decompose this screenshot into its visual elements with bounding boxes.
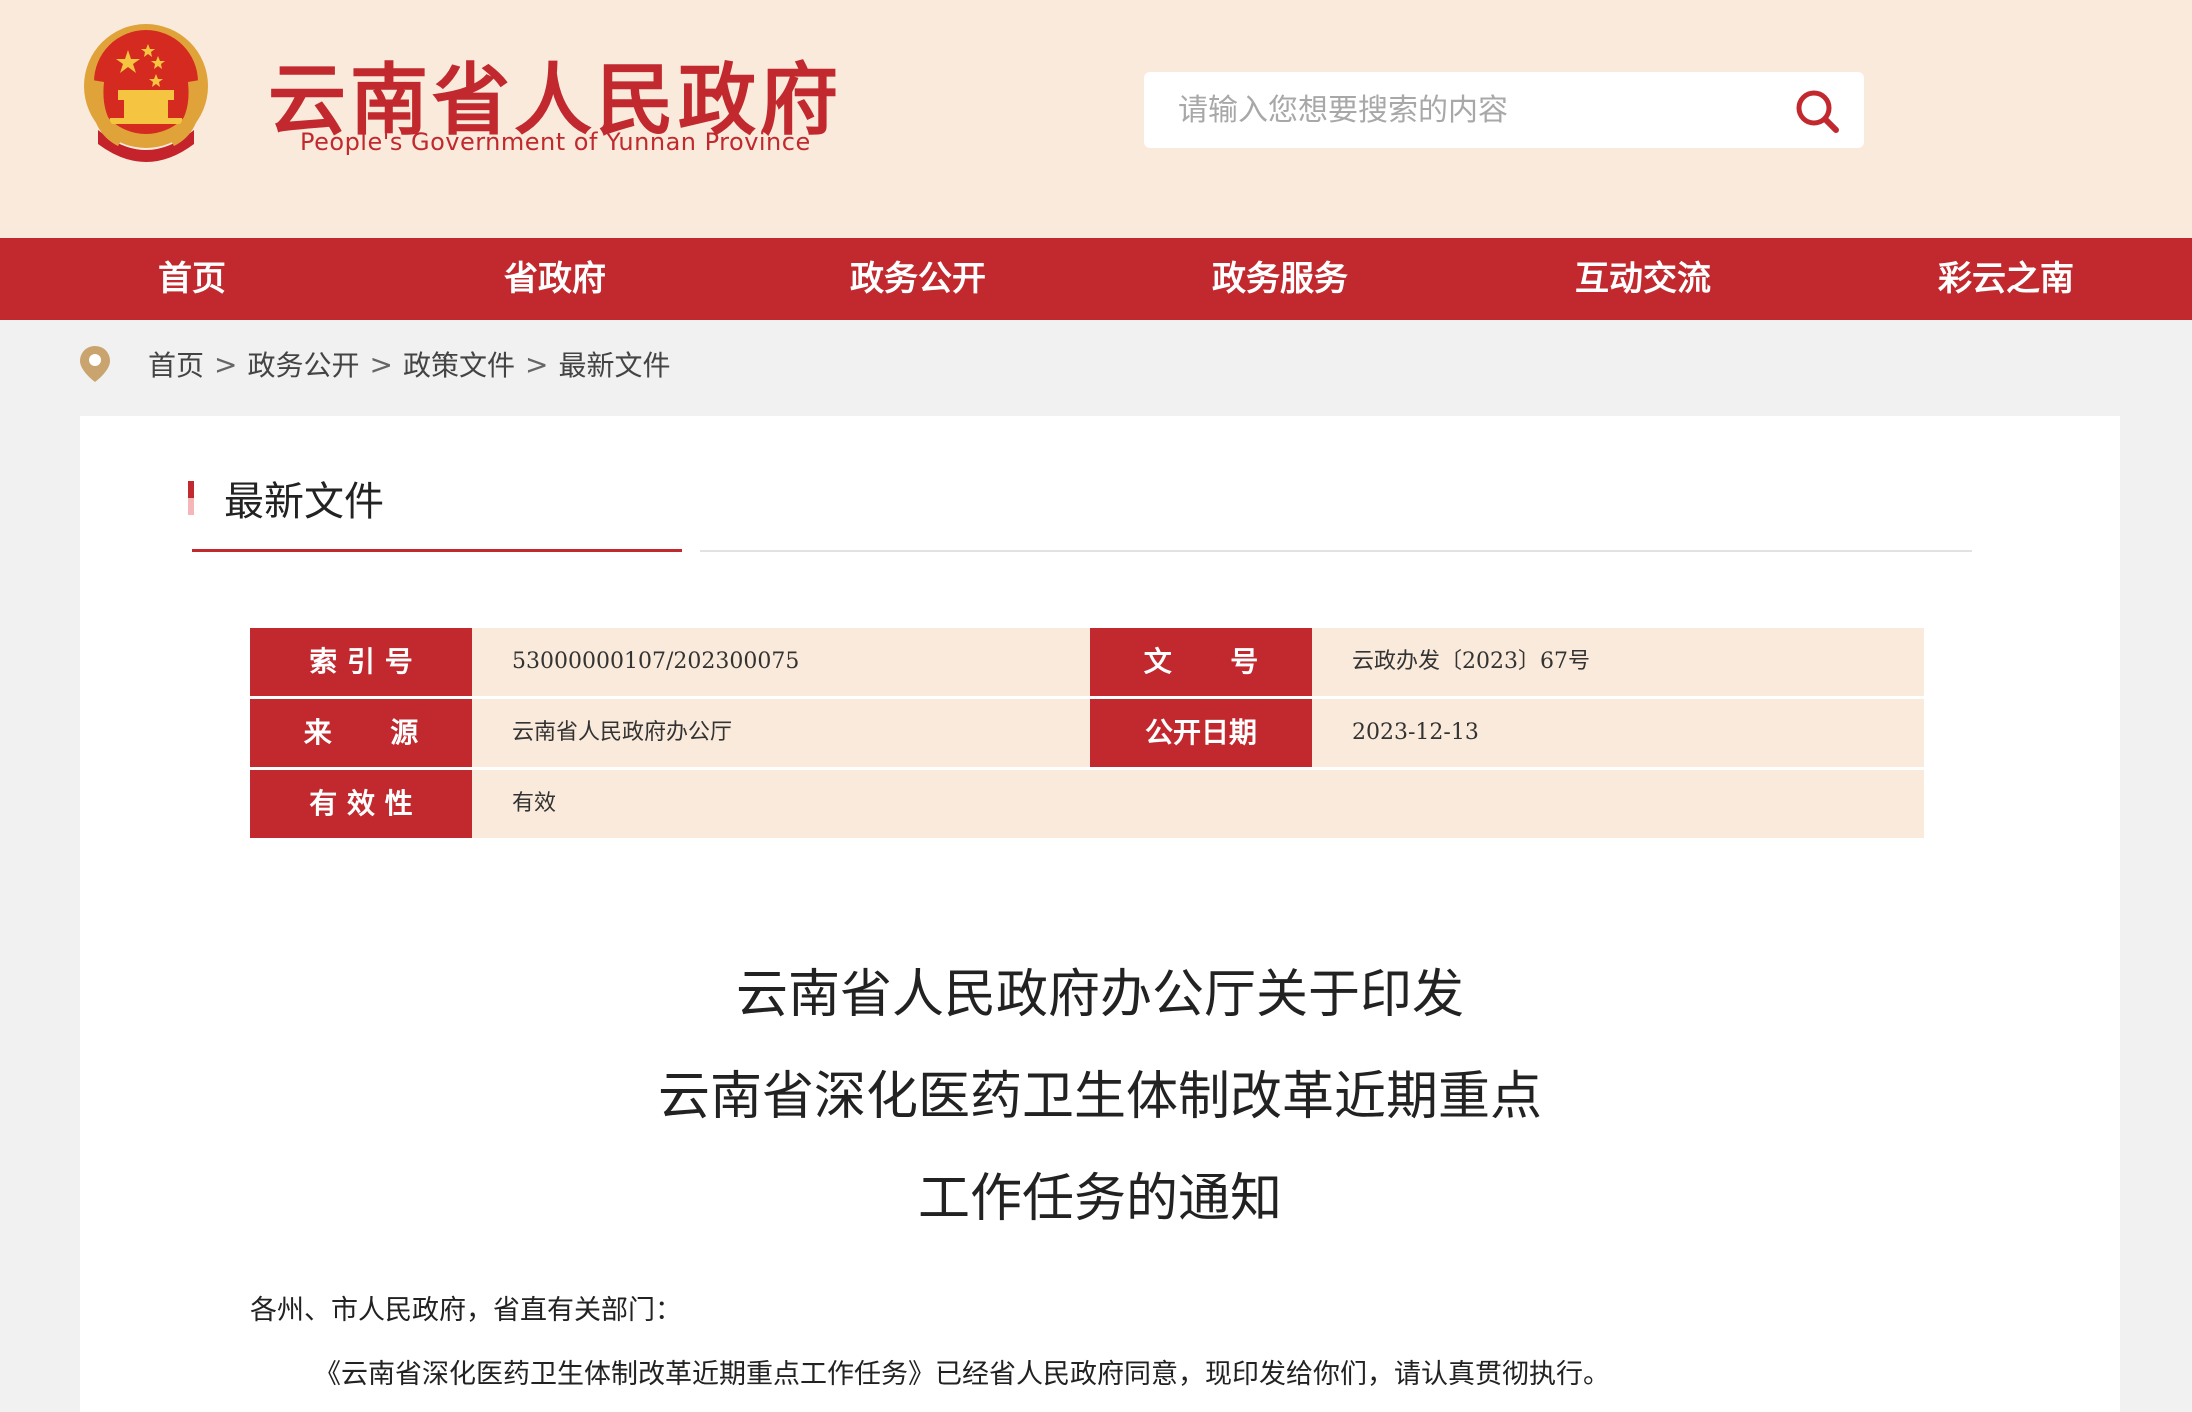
meta-doc-no-label: 文 号: [1090, 628, 1322, 696]
meta-doc-no-value: 云政办发〔2023〕67号: [1312, 628, 1924, 696]
document-salutation: 各州、市人民政府，省直有关部门：: [250, 1295, 682, 1326]
location-pin-icon: [80, 346, 110, 382]
breadcrumb-home[interactable]: 首页: [148, 344, 204, 384]
meta-row: 有 效 性 有效: [250, 770, 1924, 838]
meta-date-value: 2023-12-13: [1312, 699, 1924, 767]
section-title: 最新文件: [224, 479, 384, 525]
nav-item-government-affairs[interactable]: 政务公开: [818, 238, 1018, 320]
nav-item-home[interactable]: 首页: [92, 238, 292, 320]
meta-row: 索 引 号 53000000107/202300075 文 号 云政办发〔202…: [250, 628, 1924, 696]
meta-index-label: 索 引 号: [250, 628, 482, 696]
site-logo-subtitle: People's Government of Yunnan Province: [300, 128, 811, 156]
document-title-line: 工作任务的通知: [917, 1169, 1282, 1229]
section-title-marker: [188, 481, 194, 515]
breadcrumb-separator: >: [369, 347, 393, 381]
section-underline: [700, 550, 1972, 552]
nav-item-provincial-government[interactable]: 省政府: [455, 238, 655, 320]
section-underline-accent: [192, 549, 682, 552]
breadcrumb-policy-documents[interactable]: 政策文件: [403, 344, 515, 384]
search-icon[interactable]: [1792, 86, 1842, 136]
site-header: 云南省人民政府 People's Government of Yunnan Pr…: [0, 0, 2192, 238]
nav-item-colorful-yunnan[interactable]: 彩云之南: [1906, 238, 2106, 320]
search-input[interactable]: [1144, 72, 1764, 148]
document-title-line: 云南省深化医药卫生体制改革近期重点: [657, 1067, 1542, 1127]
nav-item-interaction[interactable]: 互动交流: [1543, 238, 1743, 320]
content-panel: 最新文件 索 引 号 53000000107/202300075 文 号 云政办…: [80, 416, 2120, 1412]
breadcrumb-separator: >: [524, 347, 549, 381]
document-title-line: 云南省人民政府办公厅关于印发: [735, 965, 1464, 1025]
main-nav: 首页 省政府 政务公开 政务服务 互动交流 彩云之南: [0, 238, 2192, 320]
meta-validity-label: 有 效 性: [250, 770, 482, 838]
meta-source-label: 来 源: [250, 699, 482, 767]
document-paragraph: 《云南省深化医药卫生体制改革近期重点工作任务》已经省人民政府同意，现印发给你们，…: [314, 1359, 1610, 1390]
search-box: [1144, 72, 1864, 148]
section-header: 最新文件: [188, 476, 384, 525]
meta-validity-value: 有效: [472, 770, 1924, 838]
breadcrumb: 首页 > 政务公开 > 政策文件 > 最新文件: [78, 342, 670, 386]
meta-index-value: 53000000107/202300075: [472, 628, 1090, 696]
meta-row: 来 源 云南省人民政府办公厅 公开日期 2023-12-13: [250, 699, 1924, 767]
meta-source-value: 云南省人民政府办公厅: [472, 699, 1090, 767]
national-emblem-icon: [84, 24, 208, 162]
meta-date-label: 公开日期: [1090, 699, 1322, 767]
breadcrumb-government-affairs[interactable]: 政务公开: [247, 344, 359, 384]
nav-item-government-services[interactable]: 政务服务: [1180, 238, 1380, 320]
breadcrumb-latest-documents[interactable]: 最新文件: [558, 344, 670, 384]
breadcrumb-separator: >: [214, 347, 238, 381]
document-title: 云南省人民政府办公厅关于印发 云南省深化医药卫生体制改革近期重点 工作任务的通知: [80, 944, 2120, 1250]
